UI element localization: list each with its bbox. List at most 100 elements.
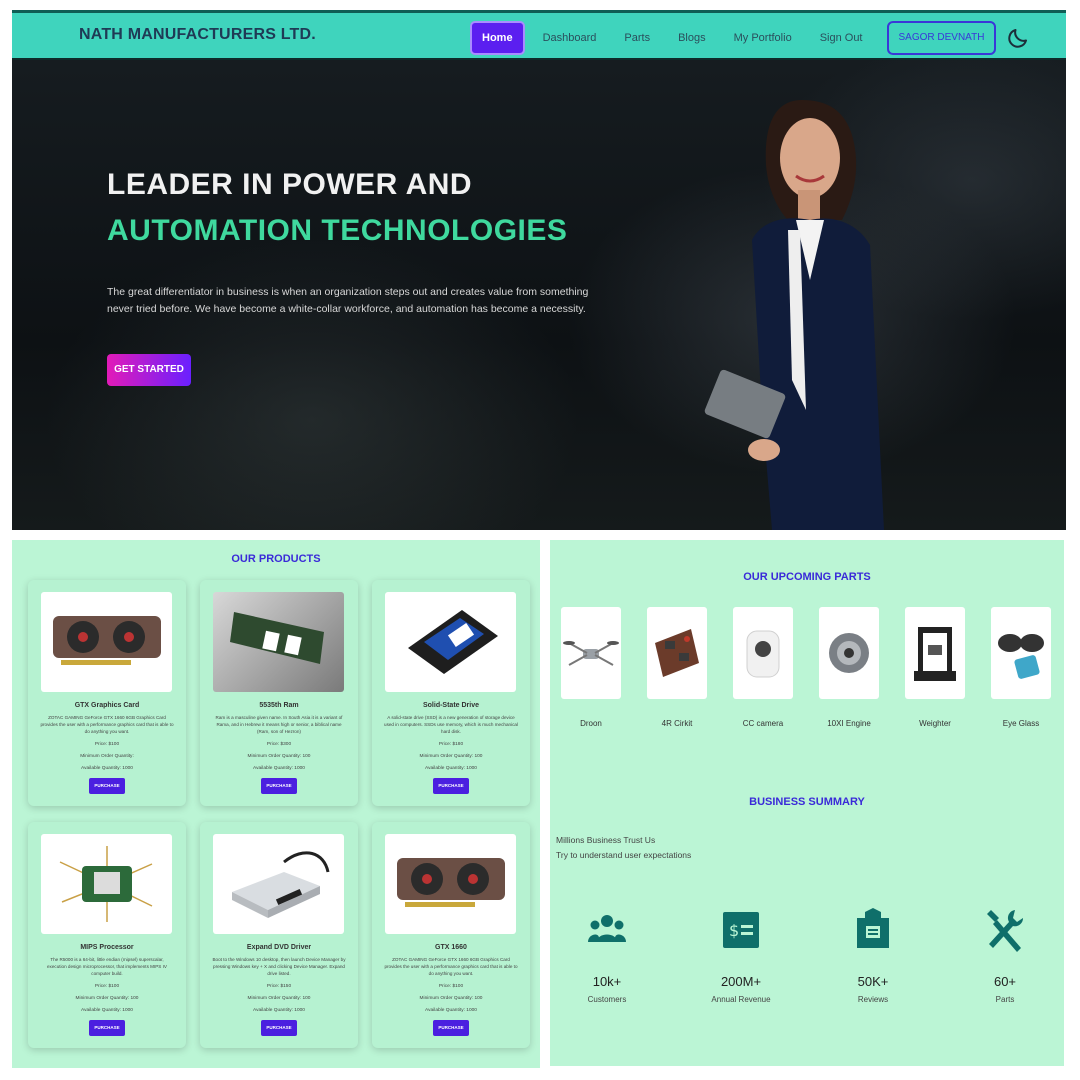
- product-name: GTX Graphics Card: [74, 702, 140, 709]
- product-name: Solid-State Drive: [422, 702, 479, 709]
- stat-label: Reviews: [857, 995, 889, 1004]
- upcoming-part-label: 4R Cirkit: [661, 719, 693, 728]
- purchase-button[interactable]: PURCHASE: [433, 1020, 469, 1036]
- summary-line1: Millions Business Trust Us: [556, 835, 656, 845]
- nav-my-portfolio[interactable]: My Portfolio: [720, 22, 806, 54]
- circuit-image: [647, 607, 707, 699]
- nav-dashboard[interactable]: Dashboard: [529, 22, 611, 54]
- purchase-button[interactable]: PURCHASE: [261, 778, 297, 794]
- upcoming-part-label: Droon: [580, 719, 602, 728]
- upcoming-part: Eye Glass: [991, 607, 1051, 728]
- tools-icon: [950, 900, 1060, 960]
- stat-value: 50K+: [857, 974, 889, 989]
- product-min-order: Minimum Order Quantity: 100: [247, 754, 311, 759]
- product-desc: Ram is a masculine given name. In South …: [215, 715, 343, 734]
- products-title: OUR PRODUCTS: [231, 553, 321, 565]
- moon-icon[interactable]: [1004, 24, 1032, 52]
- hero-screenshot: NATH MANUFACTURERS LTD. Home Dashboard P…: [12, 10, 1066, 530]
- user-button[interactable]: SAGOR DEVNATH: [886, 21, 997, 55]
- nav-links: Home Dashboard Parts Blogs My Portfolio …: [470, 21, 1032, 55]
- stat-revenue: $ 200M+ Annual Revenue: [686, 900, 796, 1004]
- product-desc: A solid-state drive (SSD) is a new gener…: [384, 715, 518, 734]
- processor-image: [41, 834, 172, 934]
- nav-blogs[interactable]: Blogs: [664, 22, 720, 54]
- stat-value: 10k+: [592, 974, 622, 989]
- upcoming-part: CC camera: [733, 607, 793, 728]
- eye-glass-image: [991, 607, 1051, 699]
- dvd-drive-image: [213, 834, 344, 934]
- businesswoman-image: [704, 100, 884, 530]
- product-card: Expand DVD Driver Boot to the Windows 10…: [200, 822, 358, 1048]
- product-name: 5535th Ram: [259, 702, 299, 709]
- nav-parts[interactable]: Parts: [610, 22, 664, 54]
- product-card: GTX Graphics Card ZOTAC GAMING GeForce G…: [28, 580, 186, 806]
- stat-label: Annual Revenue: [711, 995, 771, 1004]
- ram-image: [213, 592, 344, 692]
- nav-sign-out[interactable]: Sign Out: [806, 22, 877, 54]
- stat-value: 200M+: [720, 974, 762, 989]
- product-card: MIPS Processor The R5000 is a 64-bit, li…: [28, 822, 186, 1048]
- hero-description: The great differentiator in business is …: [107, 286, 589, 315]
- ssd-image: [385, 592, 516, 692]
- product-price: Price: $100: [94, 984, 120, 989]
- navbar: NATH MANUFACTURERS LTD. Home Dashboard P…: [12, 10, 1066, 60]
- product-desc: The R5000 is a 64-bit, little endian (mi…: [46, 957, 167, 976]
- stat-customers: 10k+ Customers: [552, 900, 662, 1004]
- product-card: GTX 1660 ZOTAC GAMING GeForce GTX 1660 6…: [372, 822, 530, 1048]
- purchase-button[interactable]: PURCHASE: [433, 778, 469, 794]
- stat-reviews: 50K+ Reviews: [818, 900, 928, 1004]
- upcoming-summary-section: OUR UPCOMING PARTS Droon 4R Cirkit CC ca…: [550, 540, 1064, 1066]
- upcoming-part: Weighter: [905, 607, 965, 728]
- stat-label: Parts: [995, 995, 1015, 1004]
- engine-image: [819, 607, 879, 699]
- purchase-button[interactable]: PURCHASE: [261, 1020, 297, 1036]
- product-available: Available Quantity: 1000: [81, 766, 133, 771]
- upcoming-title: OUR UPCOMING PARTS: [743, 571, 871, 583]
- upcoming-part-label: Weighter: [919, 719, 951, 728]
- get-started-button[interactable]: GET STARTED: [107, 354, 191, 386]
- screenshot-collage: NATH MANUFACTURERS LTD. Home Dashboard P…: [0, 0, 1080, 1080]
- summary-line2: Try to understand user expectations: [556, 850, 692, 860]
- product-min-order: Minimum Order Quantity: 100: [75, 996, 139, 1001]
- upcoming-part: Droon: [561, 607, 621, 728]
- product-price: Price: $100: [438, 984, 464, 989]
- weighter-image: [905, 607, 965, 699]
- product-name: MIPS Processor: [80, 944, 134, 951]
- product-name: GTX 1660: [435, 944, 467, 951]
- brand-logo[interactable]: NATH MANUFACTURERS LTD.: [79, 26, 316, 44]
- product-price: Price: $100: [94, 742, 120, 747]
- stat-label: Customers: [587, 995, 627, 1004]
- product-available: Available Quantity: 1000: [253, 766, 305, 771]
- stat-value: 60+: [993, 974, 1017, 989]
- product-available: Available Quantity: 1000: [81, 1008, 133, 1013]
- product-min-order: Minimum Order Quantity: 100: [247, 996, 311, 1001]
- product-available: Available Quantity: 1000: [425, 1008, 477, 1013]
- stat-parts: 60+ Parts: [950, 900, 1060, 1004]
- product-card: Solid-State Drive A solid-state drive (S…: [372, 580, 530, 806]
- money-icon: $: [686, 900, 796, 960]
- drone-image: [561, 607, 621, 699]
- hero-banner: LEADER IN POWER AND AUTOMATION TECHNOLOG…: [12, 60, 1066, 530]
- hero-title-line1: LEADER IN POWER AND: [107, 168, 473, 201]
- product-available: Available Quantity: 1000: [425, 766, 477, 771]
- business-summary-title: BUSINESS SUMMARY: [749, 796, 865, 808]
- upcoming-part-label: 10XI Engine: [827, 719, 871, 728]
- nav-home[interactable]: Home: [470, 21, 525, 55]
- svg-text:$: $: [729, 921, 739, 940]
- product-price: Price: $150: [266, 984, 292, 989]
- hero-title-line2: AUTOMATION TECHNOLOGIES: [107, 214, 568, 247]
- summary-text: Millions Business Trust Us Try to unders…: [556, 833, 691, 863]
- gpu-image: [41, 592, 172, 692]
- product-name: Expand DVD Driver: [246, 944, 312, 951]
- reviews-icon: [818, 900, 928, 960]
- camera-image: [733, 607, 793, 699]
- gpu-image: [385, 834, 516, 934]
- purchase-button[interactable]: PURCHASE: [89, 778, 125, 794]
- upcoming-part: 10XI Engine: [819, 607, 879, 728]
- purchase-button[interactable]: PURCHASE: [89, 1020, 125, 1036]
- product-available: Available Quantity: 1000: [253, 1008, 305, 1013]
- product-desc: Boot to the Windows 10 desktop, then lau…: [212, 957, 346, 976]
- product-price: Price: $180: [438, 742, 464, 747]
- product-min-order: Minimum Order Quantity:: [80, 754, 134, 759]
- upcoming-part: 4R Cirkit: [647, 607, 707, 728]
